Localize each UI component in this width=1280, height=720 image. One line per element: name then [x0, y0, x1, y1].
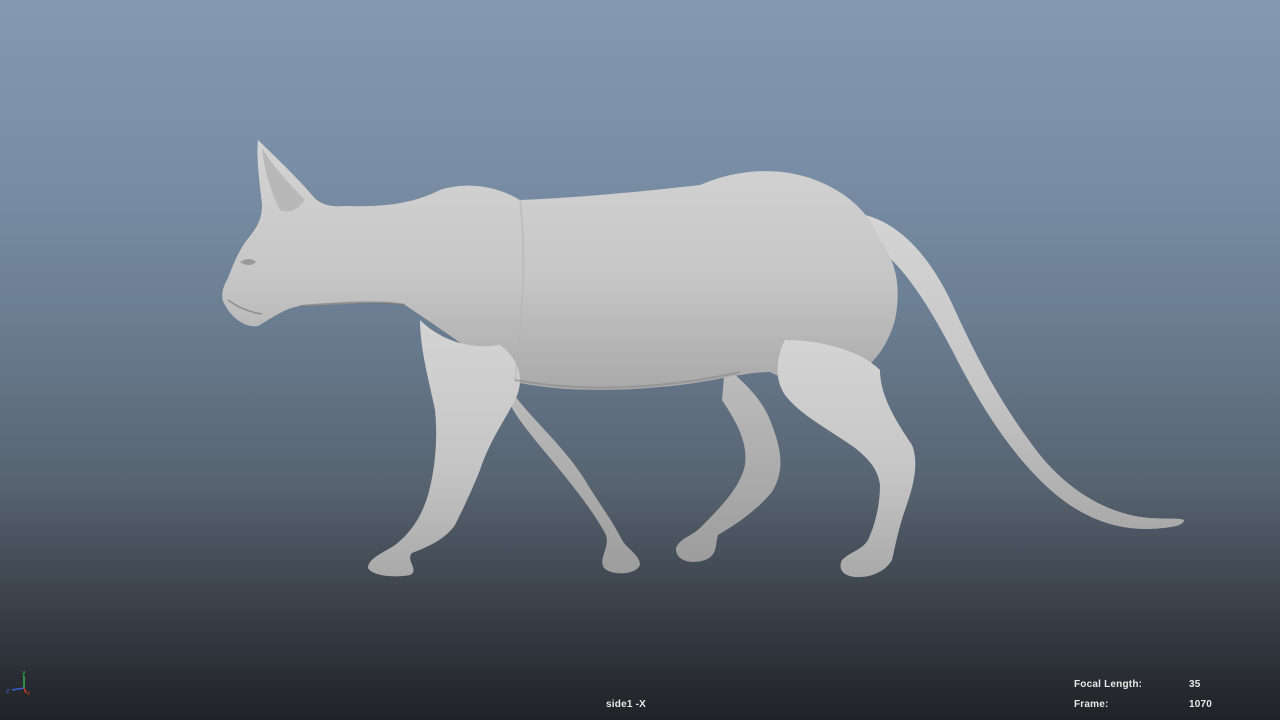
cat-near-hind-leg	[777, 340, 916, 578]
frame-label: Frame:	[1074, 699, 1109, 710]
maya-viewport-side-camera[interactable]: y z x side1 -X Focal Length: 35 Frame: 1…	[0, 0, 1280, 720]
axis-z-label: z	[6, 688, 10, 695]
camera-name-label: side1 -X	[606, 699, 646, 710]
cat-3d-model[interactable]	[0, 0, 1280, 720]
cat-near-front-leg	[368, 320, 520, 577]
focal-length-value: 35	[1189, 679, 1201, 690]
axis-x-label: x	[27, 691, 30, 696]
focal-length-label: Focal Length:	[1074, 679, 1143, 690]
frame-value: 1070	[1189, 699, 1213, 710]
axis-y-label: y	[22, 670, 26, 677]
axis-gizmo-icon: y z x	[6, 670, 30, 696]
cat-far-front-leg	[505, 380, 640, 574]
cat-far-hind-leg	[675, 365, 781, 562]
